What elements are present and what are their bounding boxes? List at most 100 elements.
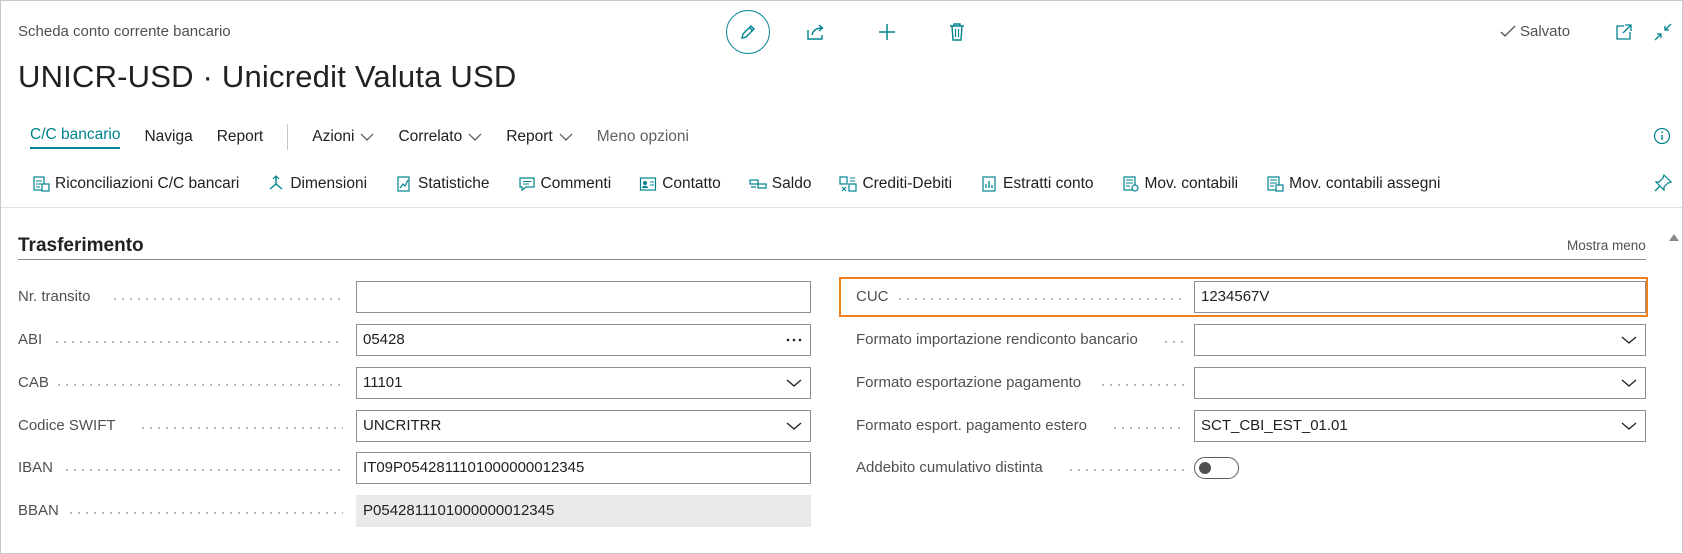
dotted-leader	[1067, 469, 1186, 471]
dotted-leader	[111, 298, 343, 300]
chevron-down-icon	[559, 133, 573, 141]
chevron-down-icon	[1621, 368, 1637, 398]
chevron-down-icon	[361, 133, 374, 141]
action-statements[interactable]: Estratti conto	[971, 175, 1102, 193]
transit-number-label: Nr. transito	[18, 288, 91, 305]
chevron-down-icon	[468, 133, 482, 141]
dotted-leader	[55, 384, 343, 386]
less-options-button[interactable]: Meno opzioni	[585, 119, 701, 155]
payment-export-format-label: Formato esportazione pagamento	[856, 374, 1082, 391]
cuc-label: CUC	[856, 288, 889, 305]
cab-value: 11101	[363, 374, 403, 391]
balance-icon	[749, 179, 767, 189]
foreign-payment-export-format-label: Formato esport. pagamento estero	[856, 417, 1087, 434]
checkmark-icon	[1500, 25, 1516, 37]
menu-actions[interactable]: Azioni	[300, 119, 386, 155]
toggle-knob	[1199, 462, 1211, 474]
section-divider	[18, 259, 1646, 260]
tab-bank-account[interactable]: C/C bancario	[18, 119, 132, 155]
trash-icon	[950, 23, 964, 41]
action-statistics[interactable]: Statistiche	[386, 175, 499, 193]
share-icon	[807, 24, 824, 40]
breadcrumb: Scheda conto corrente bancario	[18, 23, 231, 40]
foreign-payment-export-format-select[interactable]: SCT_CBI_EST_01.01	[1194, 410, 1646, 442]
bank-statement-import-format-select[interactable]	[1194, 324, 1646, 356]
show-less-button[interactable]: Mostra meno	[1567, 238, 1646, 253]
iban-input[interactable]: IT09P0542811101000000012345	[356, 452, 811, 484]
tab-report[interactable]: Report	[205, 119, 276, 155]
action-receivables-payables[interactable]: Crediti-Debiti	[830, 175, 961, 193]
pencil-icon	[741, 25, 755, 39]
action-comments[interactable]: Commenti	[509, 175, 621, 193]
action-reconciliations[interactable]: Riconciliazioni C/C bancari	[23, 175, 248, 193]
dotted-leader	[1099, 384, 1186, 386]
pin-action-bar-button[interactable]	[1653, 173, 1673, 198]
dimensions-icon	[269, 175, 283, 190]
delete-button[interactable]	[942, 19, 972, 45]
dotted-leader	[1162, 341, 1186, 343]
action-check-ledger-entries[interactable]: Mov. contabili assegni	[1257, 175, 1449, 193]
contact-icon	[640, 177, 657, 191]
cab-select[interactable]: 11101	[356, 367, 811, 399]
section-title: Trasferimento	[18, 235, 144, 256]
chevron-down-icon	[1621, 325, 1637, 355]
action-ledger-entries[interactable]: Mov. contabili	[1113, 175, 1248, 193]
cuc-input[interactable]: 1234567V	[1194, 281, 1646, 313]
info-button[interactable]	[1653, 127, 1671, 150]
transit-number-input[interactable]	[356, 281, 811, 313]
chevron-down-icon	[786, 411, 802, 441]
share-button[interactable]	[801, 19, 831, 45]
saved-label: Salvato	[1520, 23, 1571, 40]
new-button[interactable]	[872, 19, 902, 45]
dotted-leader	[1111, 427, 1186, 429]
edit-button[interactable]	[726, 10, 770, 54]
scroll-up-button[interactable]	[1668, 229, 1680, 247]
bban-label: BBAN	[18, 502, 59, 519]
info-icon	[1653, 127, 1671, 145]
dotted-leader	[67, 512, 343, 514]
dotted-leader	[63, 469, 343, 471]
reconciliation-icon	[33, 176, 50, 192]
dotted-leader	[896, 298, 1186, 300]
abi-label: ABI	[18, 331, 43, 348]
menu-related[interactable]: Correlato	[386, 119, 494, 155]
abi-input[interactable]: 05428	[356, 324, 811, 356]
cumulative-debit-toggle[interactable]	[1194, 457, 1239, 479]
open-new-window-button[interactable]	[1613, 21, 1635, 43]
page-frame: Scheda conto corrente bancario UNICR-USD…	[0, 0, 1683, 554]
action-contact[interactable]: Contatto	[630, 175, 730, 193]
page-title: UNICR-USD · Unicredit Valuta USD	[18, 59, 517, 94]
bban-value: P0542811101000000012345	[356, 495, 811, 527]
saved-status: Salvato	[1500, 23, 1570, 40]
payment-export-format-select[interactable]	[1194, 367, 1646, 399]
swift-code-value: UNCRITRR	[363, 417, 442, 434]
tab-navigate[interactable]: Naviga	[132, 119, 204, 155]
nav-separator	[287, 124, 289, 150]
swift-code-label: Codice SWIFT	[18, 417, 116, 434]
swift-code-select[interactable]: UNCRITRR	[356, 410, 811, 442]
foreign-payment-export-format-value: SCT_CBI_EST_01.01	[1201, 417, 1348, 434]
iban-label: IBAN	[18, 459, 54, 476]
check-ledger-entries-icon	[1267, 176, 1284, 192]
chevron-down-icon	[1621, 411, 1637, 441]
comments-icon	[518, 177, 535, 192]
menu-report[interactable]: Report	[494, 119, 585, 155]
bank-statement-import-format-label: Formato importazione rendiconto bancario	[856, 331, 1138, 348]
dotted-leader	[139, 427, 343, 429]
plus-icon	[879, 24, 895, 40]
ledger-entries-icon	[1122, 176, 1139, 192]
dotted-leader	[53, 341, 343, 343]
action-dimensions[interactable]: Dimensioni	[258, 175, 376, 193]
statistics-icon	[397, 176, 410, 192]
receivables-payables-icon	[839, 176, 858, 192]
chevron-down-icon	[786, 368, 802, 398]
navigation-bar: C/C bancario Naviga Report Azioni Correl…	[18, 119, 701, 155]
triangle-up-icon	[1669, 234, 1679, 241]
collapse-button[interactable]	[1652, 21, 1674, 43]
action-balance[interactable]: Saldo	[740, 175, 821, 193]
lookup-ellipsis-icon[interactable]	[786, 325, 802, 355]
collapse-icon	[1654, 23, 1672, 41]
divider	[1, 207, 1682, 208]
abi-value: 05428	[363, 331, 405, 348]
cab-label: CAB	[18, 374, 49, 391]
